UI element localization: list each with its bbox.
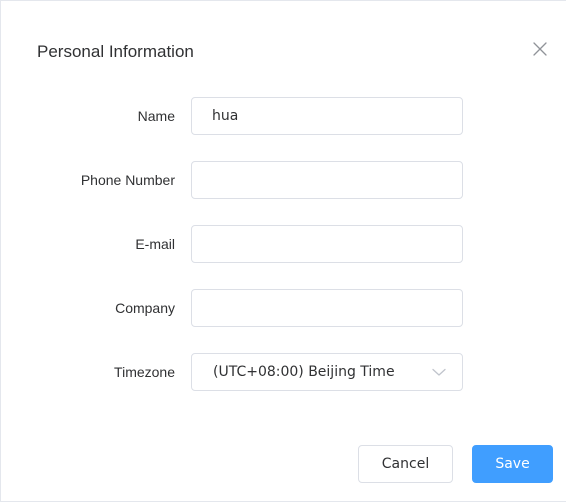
email-label: E-mail xyxy=(135,236,175,252)
name-label: Name xyxy=(137,108,175,124)
form-row-name: Name xyxy=(1,97,566,135)
email-input[interactable] xyxy=(191,225,463,263)
dialog-title: Personal Information xyxy=(37,42,194,61)
timezone-label: Timezone xyxy=(114,364,175,380)
phone-number-label: Phone Number xyxy=(80,172,175,188)
form-row-email: E-mail xyxy=(1,225,566,263)
save-button[interactable]: Save xyxy=(472,445,553,483)
name-input[interactable] xyxy=(191,97,463,135)
personal-information-dialog: Personal Information Name Phone Number E… xyxy=(0,0,566,502)
cancel-button[interactable]: Cancel xyxy=(358,445,453,483)
chevron-down-icon xyxy=(432,366,446,378)
timezone-select[interactable]: (UTC+08:00) Beijing Time xyxy=(191,353,463,391)
company-input[interactable] xyxy=(191,289,463,327)
form-row-phone: Phone Number xyxy=(1,161,566,199)
timezone-selected-value: (UTC+08:00) Beijing Time xyxy=(213,364,395,380)
close-icon[interactable] xyxy=(531,40,549,58)
form-row-company: Company xyxy=(1,289,566,327)
company-label: Company xyxy=(115,300,175,316)
phone-number-input[interactable] xyxy=(191,161,463,199)
form-row-timezone: Timezone (UTC+08:00) Beijing Time xyxy=(1,353,566,391)
